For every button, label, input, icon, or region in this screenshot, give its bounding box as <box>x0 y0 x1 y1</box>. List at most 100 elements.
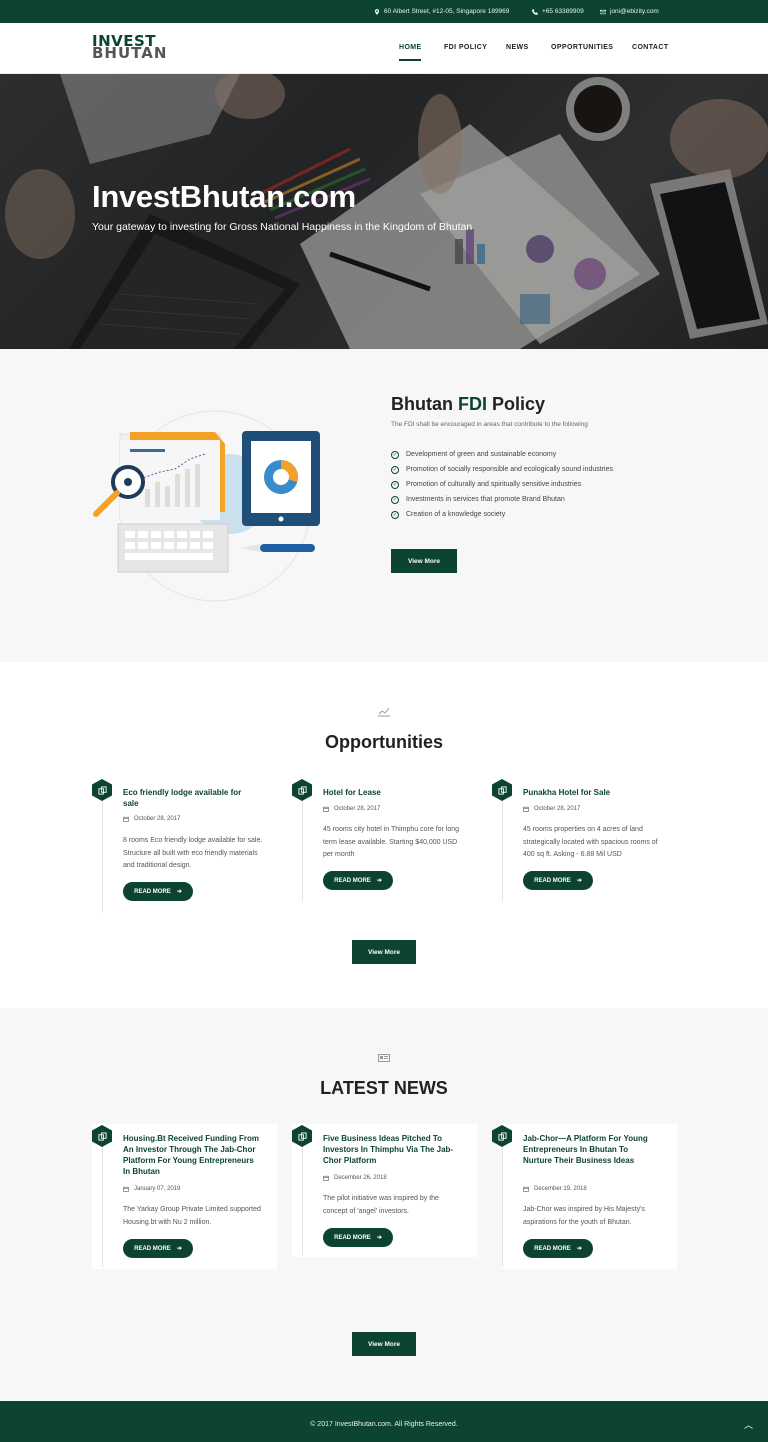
fdi-list-item: ✓ Creation of a knowledge society <box>391 510 506 519</box>
card-excerpt: 8 rooms Eco friendly lodge available for… <box>123 837 263 869</box>
hero-subtitle: Your gateway to investing for Gross Nati… <box>92 221 473 233</box>
card-line <box>502 1147 503 1267</box>
card-title[interactable]: Eco friendly lodge available for sale <box>123 787 258 809</box>
card-excerpt: 45 rooms city hotel in Thimphu core for … <box>323 826 460 858</box>
calendar-icon <box>523 1186 529 1192</box>
card-title[interactable]: Punakha Hotel for Sale <box>523 787 658 798</box>
opportunities-view-more-button[interactable]: View More <box>352 940 416 964</box>
copy-icon <box>497 1131 507 1141</box>
arrow-right-icon: ➔ <box>176 1246 182 1252</box>
fdi-title: Bhutan FDI Policy <box>391 394 546 414</box>
fdi-list: ✓ Development of green and sustainable ec… <box>391 447 613 522</box>
phone-text: +65 63389909 <box>542 8 584 15</box>
check-circle-icon: ✓ <box>391 480 399 489</box>
card-date: January 07, 2019 <box>123 1186 180 1192</box>
card-date: October 28, 2017 <box>323 806 380 812</box>
news-view-more-button[interactable]: View More <box>352 1332 416 1356</box>
site-footer: © 2017 InvestBhutan.com. All Rights Rese… <box>0 1401 768 1442</box>
nav-contact[interactable]: CONTACT <box>632 44 669 51</box>
arrow-right-icon: ➔ <box>376 878 382 884</box>
opportunity-card: Eco friendly lodge available for sale Oc… <box>92 779 272 914</box>
card-title[interactable]: Hotel for Lease <box>323 787 458 798</box>
read-more-button[interactable]: READ MORE ➔ <box>123 1239 193 1258</box>
read-more-button[interactable]: READ MORE ➔ <box>523 871 593 890</box>
calendar-icon <box>323 806 329 812</box>
logo-line-2: BHUTAN <box>92 44 168 62</box>
check-circle-icon: ✓ <box>391 465 399 474</box>
news-card: Housing.Bt Received Funding From An Inve… <box>92 1125 277 1270</box>
nav-opportunities[interactable]: OPPORTUNITIES <box>551 44 613 51</box>
address-item: 60 Albert Street, #12-05, Singapore 1899… <box>374 8 509 15</box>
check-circle-icon: ✓ <box>391 510 399 519</box>
card-line <box>102 1147 103 1267</box>
address-text: 60 Albert Street, #12-05, Singapore 1899… <box>384 8 510 15</box>
latest-news-title: LATEST NEWS <box>320 1078 448 1098</box>
card-date: December 26, 2018 <box>323 1175 387 1181</box>
opportunity-card: Punakha Hotel for Sale October 28, 2017 … <box>492 779 672 914</box>
hex-badge <box>492 1125 512 1147</box>
nav-fdi-policy[interactable]: FDI POLICY <box>444 44 487 51</box>
copyright-text: © 2017 InvestBhutan.com. All Rights Rese… <box>310 1421 458 1428</box>
fdi-view-more-button[interactable]: View More <box>391 549 457 573</box>
card-excerpt: The pilot initiative was inspired by the… <box>323 1195 439 1215</box>
card-excerpt: The Yarkay Group Private Limited support… <box>123 1206 261 1226</box>
site-header: INVEST BHUTAN HOME FDI POLICY NEWS OPPOR… <box>0 23 768 74</box>
arrow-right-icon: ➔ <box>576 878 582 884</box>
fdi-list-item: ✓ Development of green and sustainable ec… <box>391 450 557 459</box>
fdi-list-item: ✓ Promotion of culturally and spiritually… <box>391 480 582 489</box>
card-excerpt: 45 rooms properties on 4 acres of land s… <box>523 826 658 858</box>
phone-icon <box>532 8 538 15</box>
calendar-icon <box>123 816 129 822</box>
line-chart-icon <box>378 707 390 717</box>
card-line <box>302 801 303 901</box>
newspaper-icon <box>378 1054 390 1062</box>
site-logo[interactable]: INVEST BHUTAN <box>92 34 196 62</box>
card-title[interactable]: Jab-Chor—A Platform For Young Entreprene… <box>523 1133 653 1166</box>
check-circle-icon: ✓ <box>391 450 399 459</box>
arrow-right-icon: ➔ <box>376 1235 382 1241</box>
card-title[interactable]: Five Business Ideas Pitched To Investors… <box>323 1133 463 1166</box>
card-title[interactable]: Housing.Bt Received Funding From An Inve… <box>123 1133 263 1177</box>
calendar-icon <box>523 806 529 812</box>
fdi-list-item: ✓ Investments in services that promote Br… <box>391 495 565 504</box>
back-to-top-icon[interactable]: ︿ <box>744 1418 753 1431</box>
fdi-list-item: ✓ Promotion of socially responsible and e… <box>391 465 614 474</box>
card-excerpt: Jab-Chor was inspired by His Majesty's a… <box>523 1206 645 1226</box>
hero-banner: InvestBhutan.com Your gateway to investi… <box>0 74 768 349</box>
hero-title: InvestBhutan.com <box>92 179 356 214</box>
news-card: Five Business Ideas Pitched To Investors… <box>292 1125 477 1258</box>
nav-active-indicator <box>399 59 421 61</box>
card-date: December 19, 2018 <box>523 1186 587 1192</box>
news-card: Jab-Chor—A Platform For Young Entreprene… <box>492 1125 677 1270</box>
card-date: October 28, 2017 <box>523 806 580 812</box>
arrow-right-icon: ➔ <box>176 889 182 895</box>
email-text: joni@ebizity.com <box>610 8 659 15</box>
fdi-policy-section: Bhutan FDI Policy The FDI shall be encou… <box>0 349 768 662</box>
hex-badge <box>92 1125 112 1147</box>
calendar-icon <box>123 1186 129 1192</box>
hex-badge <box>292 1125 312 1147</box>
card-line <box>102 801 103 913</box>
copy-icon <box>97 1131 107 1141</box>
nav-home[interactable]: HOME <box>399 44 422 51</box>
card-date: October 28, 2017 <box>123 816 180 822</box>
opportunity-card: Hotel for Lease October 28, 2017 45 room… <box>292 779 472 914</box>
copy-icon <box>97 785 107 795</box>
copy-icon <box>297 785 307 795</box>
arrow-right-icon: ➔ <box>576 1246 582 1252</box>
read-more-button[interactable]: READ MORE ➔ <box>323 1228 393 1247</box>
read-more-button[interactable]: READ MORE ➔ <box>323 871 393 890</box>
email-item[interactable]: joni@ebizity.com <box>600 8 659 15</box>
check-circle-icon: ✓ <box>391 495 399 504</box>
map-pin-icon <box>374 8 380 15</box>
calendar-icon <box>323 1175 329 1181</box>
read-more-button[interactable]: READ MORE ➔ <box>123 882 193 901</box>
top-contact-bar: 60 Albert Street, #12-05, Singapore 1899… <box>0 0 768 23</box>
card-line <box>502 801 503 901</box>
hex-badge <box>292 779 312 801</box>
read-more-button[interactable]: READ MORE ➔ <box>523 1239 593 1258</box>
nav-news[interactable]: NEWS <box>506 44 529 51</box>
copy-icon <box>497 785 507 795</box>
hex-badge <box>492 779 512 801</box>
phone-item[interactable]: +65 63389909 <box>532 8 584 15</box>
